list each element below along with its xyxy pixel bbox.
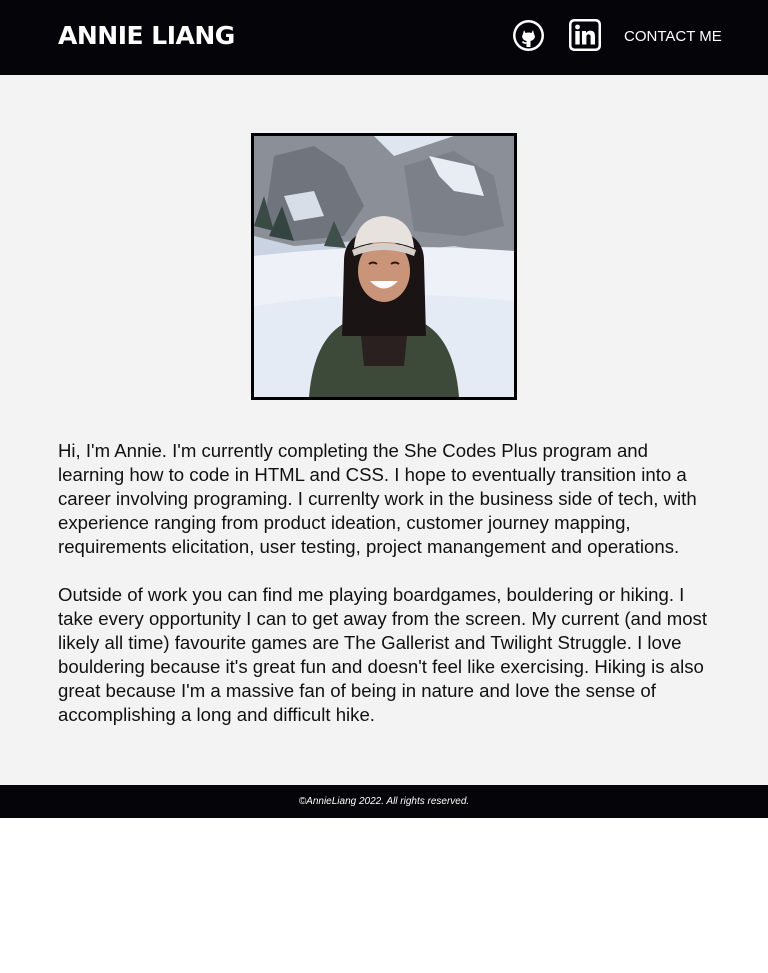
contact-me-link[interactable]: CONTACT ME <box>624 27 722 47</box>
site-footer: ©AnnieLiang 2022. All rights reserved. <box>0 785 768 818</box>
bio-paragraph-1: Hi, I'm Annie. I'm currently completing … <box>58 440 697 557</box>
bio-paragraph-2: Outside of work you can find me playing … <box>58 584 708 725</box>
site-header: ANNIE LIANG CONTACT ME <box>0 0 768 75</box>
profile-photo <box>251 133 517 400</box>
bio-section: Hi, I'm Annie. I'm currently completing … <box>58 439 714 751</box>
github-icon[interactable] <box>513 20 544 51</box>
site-logo[interactable]: ANNIE LIANG <box>58 20 235 52</box>
copyright-text: ©AnnieLiang 2022. All rights reserved. <box>298 796 470 807</box>
linkedin-icon[interactable] <box>569 19 601 51</box>
